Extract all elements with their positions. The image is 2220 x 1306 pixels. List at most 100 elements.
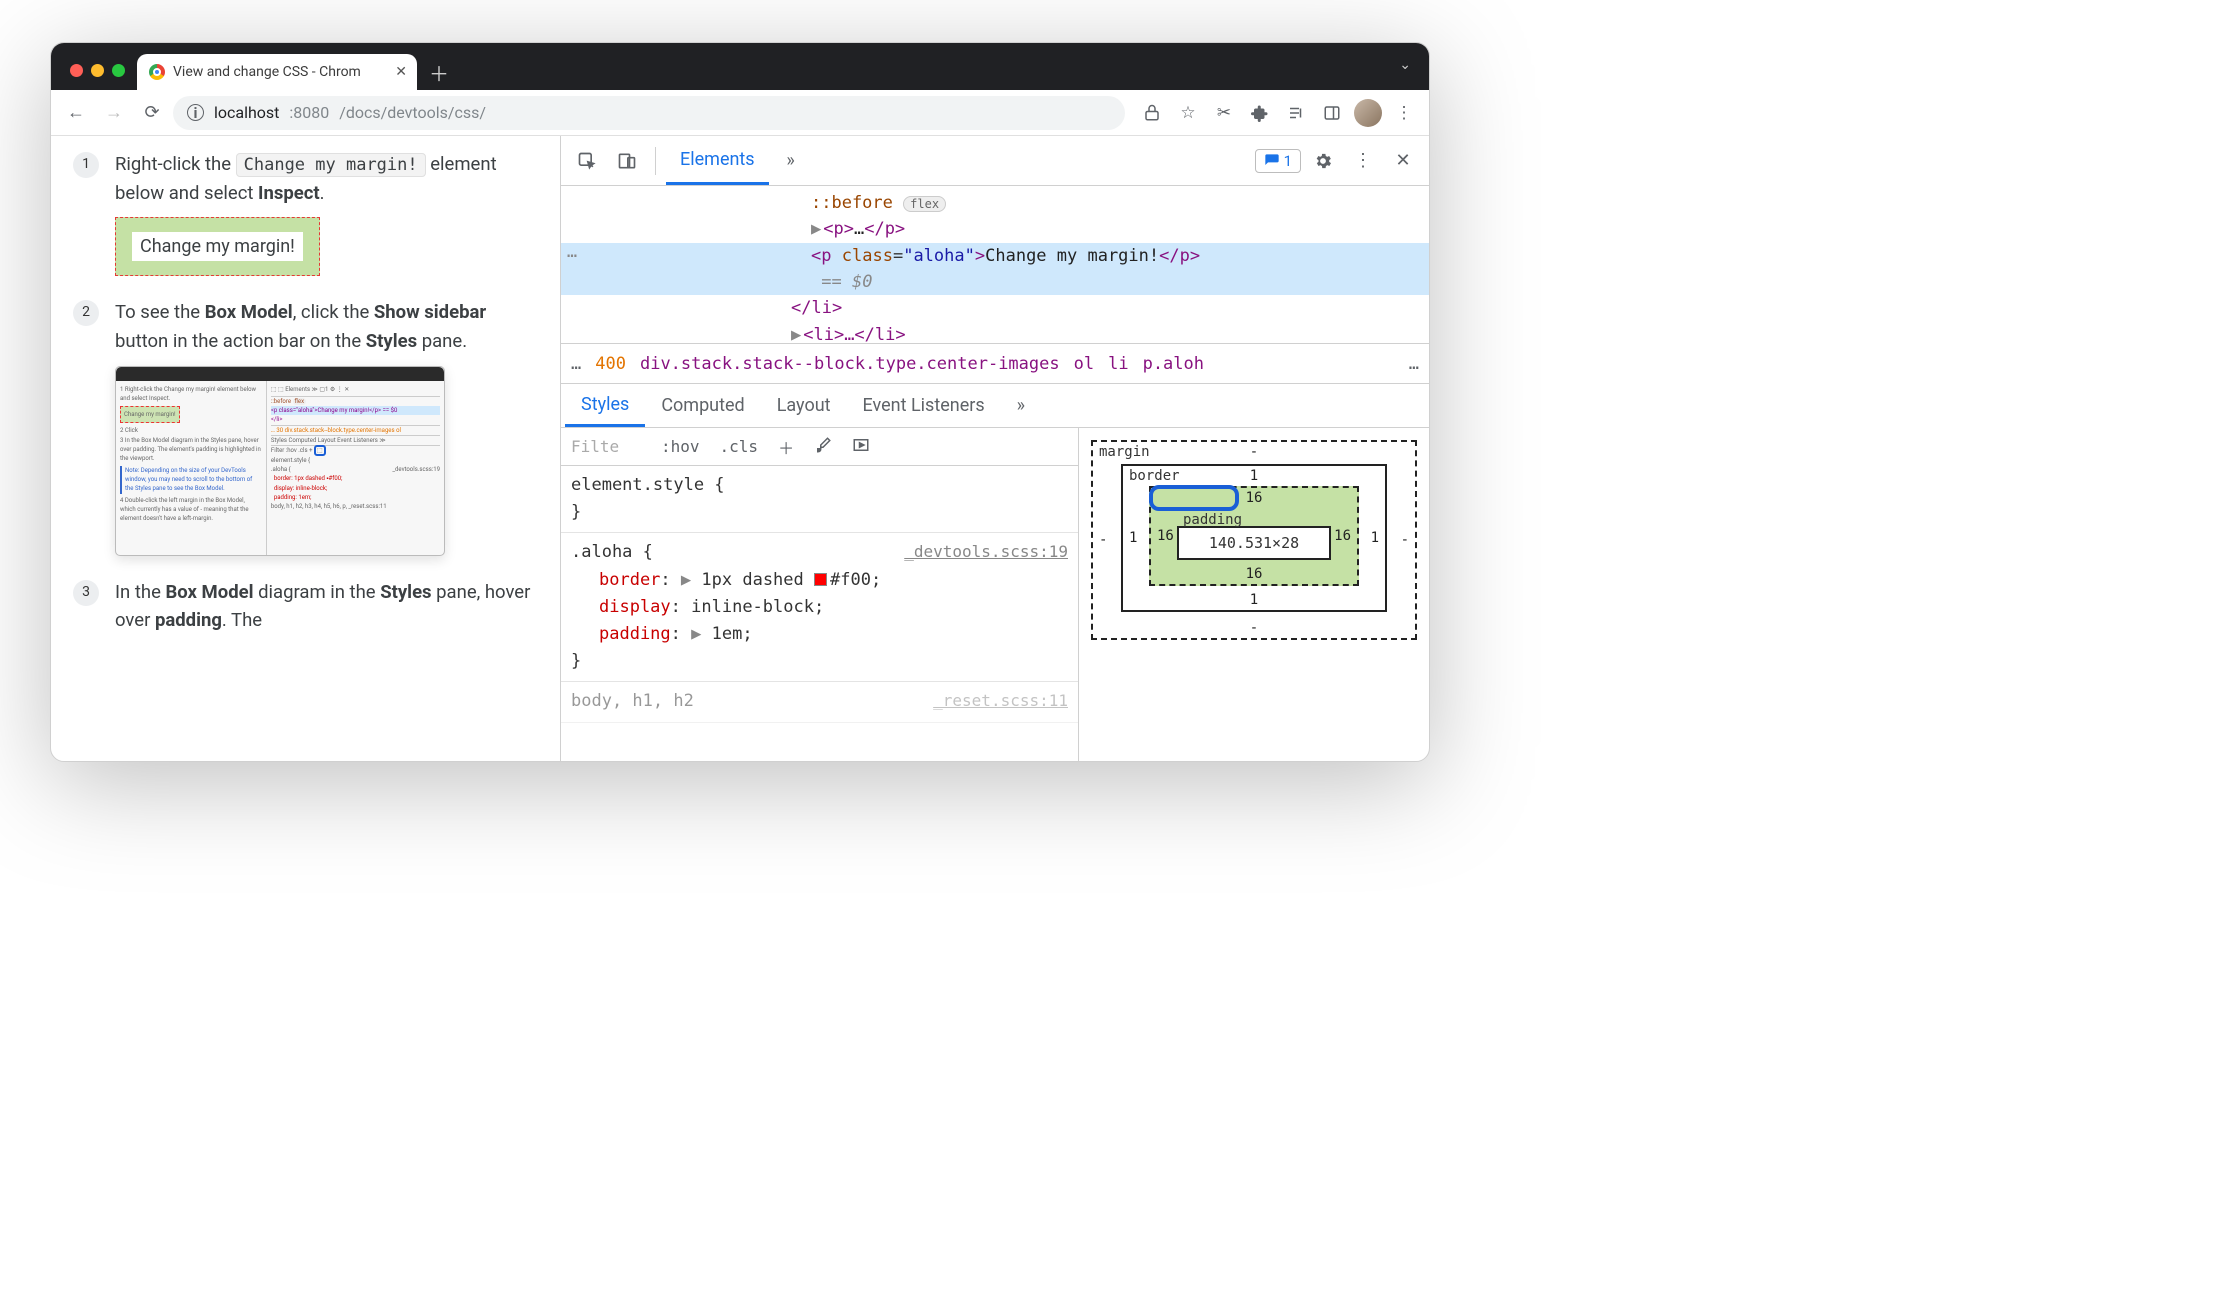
styles-panel: Filte :hov .cls ＋ element.style { xyxy=(561,428,1079,761)
css-prop[interactable]: padding xyxy=(599,624,671,644)
ellipsis-icon[interactable]: ⋯ xyxy=(567,243,577,269)
subtab-computed[interactable]: Computed xyxy=(645,384,760,427)
text: To see the xyxy=(115,301,205,323)
new-style-rule-icon[interactable]: ＋ xyxy=(768,435,804,459)
dom-tree[interactable]: ::before flex ▶<p>…</p> ⋯ <p class="aloh… xyxy=(561,186,1429,344)
bm-border-right[interactable]: 1 xyxy=(1371,530,1379,546)
color-swatch[interactable] xyxy=(814,573,827,586)
paint-brush-icon[interactable] xyxy=(804,436,842,458)
rule-selector[interactable]: element.style { xyxy=(571,472,1068,499)
more-subtabs-icon[interactable]: » xyxy=(1001,384,1041,427)
favicon-chrome-icon xyxy=(149,64,165,80)
bm-border-left[interactable]: 1 xyxy=(1129,530,1137,546)
bookmark-star-icon[interactable]: ☆ xyxy=(1171,96,1205,130)
styles-filter-input[interactable]: Filte xyxy=(561,437,651,456)
close-window-button[interactable] xyxy=(70,64,83,77)
css-prop[interactable]: display xyxy=(599,597,671,617)
bm-content-size[interactable]: 140.531×28 xyxy=(1177,526,1331,560)
settings-gear-icon[interactable] xyxy=(1305,143,1341,179)
scissors-icon[interactable]: ✂ xyxy=(1207,96,1241,130)
css-val[interactable]: 1em xyxy=(712,624,743,644)
minimize-window-button[interactable] xyxy=(91,64,104,77)
new-tab-button[interactable]: ＋ xyxy=(425,58,453,86)
dom-tag: </li> xyxy=(791,298,842,318)
chrome-menu-icon[interactable]: ⋮ xyxy=(1387,96,1421,130)
crumb[interactable]: 400 xyxy=(595,354,626,374)
text-bold: padding xyxy=(155,609,222,631)
crumb[interactable]: ol xyxy=(1074,354,1094,374)
bm-border-bottom[interactable]: 1 xyxy=(1250,592,1258,608)
tabs-dropdown-icon[interactable]: ⌄ xyxy=(1399,57,1411,73)
tab-close-icon[interactable]: ✕ xyxy=(395,64,407,80)
styles-subtabs: Styles Computed Layout Event Listeners » xyxy=(561,384,1429,428)
bm-padding-top[interactable]: 16 xyxy=(1246,490,1263,506)
hov-toggle[interactable]: :hov xyxy=(651,437,710,456)
css-prop[interactable]: border xyxy=(599,570,660,590)
crumb[interactable]: div.stack.stack--block.type.center-image… xyxy=(640,354,1060,374)
back-button[interactable]: ← xyxy=(59,96,93,130)
crumb-more[interactable]: … xyxy=(1409,354,1419,374)
issues-badge[interactable]: 1 xyxy=(1255,149,1301,173)
computed-sidebar-icon[interactable] xyxy=(842,436,880,458)
rule-source-link[interactable]: _devtools.scss:19 xyxy=(904,539,1068,565)
bm-padding-bottom[interactable]: 16 xyxy=(1246,566,1263,582)
extensions-puzzle-icon[interactable] xyxy=(1243,96,1277,130)
bm-border-top[interactable]: 1 xyxy=(1250,468,1258,484)
rule-source-link[interactable]: _reset.scss:11 xyxy=(933,688,1068,714)
browser-tab[interactable]: View and change CSS - Chrom ✕ xyxy=(137,54,417,90)
step-number: 2 xyxy=(73,300,99,326)
subtab-layout[interactable]: Layout xyxy=(761,384,847,427)
bm-margin-left[interactable]: - xyxy=(1099,532,1107,548)
text: pane. xyxy=(417,330,467,352)
text: Right-click the xyxy=(115,153,236,175)
close-devtools-icon[interactable]: ✕ xyxy=(1385,143,1421,179)
kebab-menu-icon[interactable]: ⋮ xyxy=(1345,143,1381,179)
crumb[interactable]: p.aloh xyxy=(1143,354,1204,374)
inspect-element-icon[interactable] xyxy=(569,143,605,179)
subtab-styles[interactable]: Styles xyxy=(565,384,645,427)
step-number: 3 xyxy=(73,580,99,606)
styles-toolbar: Filte :hov .cls ＋ xyxy=(561,428,1078,466)
dom-tag: <p> xyxy=(823,219,854,239)
bm-margin-top[interactable]: - xyxy=(1250,444,1258,460)
bm-padding-label: padding xyxy=(1183,512,1242,528)
window-controls xyxy=(64,64,131,90)
dom-selected-line[interactable]: ⋯ <p class="aloha">Change my margin!</p>… xyxy=(561,243,1429,296)
device-toggle-icon[interactable] xyxy=(609,143,645,179)
reading-list-icon[interactable] xyxy=(1279,96,1313,130)
subtab-event-listeners[interactable]: Event Listeners xyxy=(847,384,1001,427)
flex-badge: flex xyxy=(903,196,946,212)
devtools-panel: Elements » 1 ⋮ ✕ ::before flex ▶<p>…</p>… xyxy=(561,136,1429,761)
code-chip: Change my margin! xyxy=(236,153,426,177)
url-port: :8080 xyxy=(289,103,329,122)
reload-button[interactable]: ⟳ xyxy=(135,96,169,130)
forward-button[interactable]: → xyxy=(97,96,131,130)
css-rules[interactable]: element.style { } _devtools.scss:19 .alo… xyxy=(561,466,1078,723)
box-model-diagram[interactable]: margin - - - - border 1 1 1 1 xyxy=(1091,440,1417,640)
content-split: 1 Right-click the Change my margin! elem… xyxy=(51,136,1429,761)
maximize-window-button[interactable] xyxy=(112,64,125,77)
expand-icon[interactable]: ▶ xyxy=(811,219,821,239)
box-model-sidebar: margin - - - - border 1 1 1 1 xyxy=(1079,428,1429,761)
dom-breadcrumbs[interactable]: … 400 div.stack.stack--block.type.center… xyxy=(561,344,1429,384)
crumb-more[interactable]: … xyxy=(571,354,581,374)
site-info-icon[interactable]: i xyxy=(187,104,204,121)
bm-margin-bottom[interactable]: - xyxy=(1250,620,1258,636)
bm-margin-right[interactable]: - xyxy=(1401,532,1409,548)
bm-padding-right[interactable]: 16 xyxy=(1334,528,1351,544)
tab-elements[interactable]: Elements xyxy=(666,136,769,185)
side-panel-icon[interactable] xyxy=(1315,96,1349,130)
dom-pseudo: ::before xyxy=(811,193,893,213)
cls-toggle[interactable]: .cls xyxy=(710,437,769,456)
css-val[interactable]: inline-block xyxy=(691,597,814,617)
demo-text: Change my margin! xyxy=(132,232,303,261)
bm-padding-left[interactable]: 16 xyxy=(1157,528,1174,544)
share-icon[interactable] xyxy=(1135,96,1169,130)
more-tabs-icon[interactable]: » xyxy=(773,143,809,179)
demo-element[interactable]: Change my margin! xyxy=(115,217,320,276)
profile-avatar[interactable] xyxy=(1351,96,1385,130)
crumb[interactable]: li xyxy=(1108,354,1128,374)
omnibox[interactable]: i localhost:8080/docs/devtools/css/ xyxy=(173,96,1125,130)
text-bold: Inspect xyxy=(258,182,320,204)
browser-window: View and change CSS - Chrom ✕ ＋ ⌄ ← → ⟳ … xyxy=(50,42,1430,762)
